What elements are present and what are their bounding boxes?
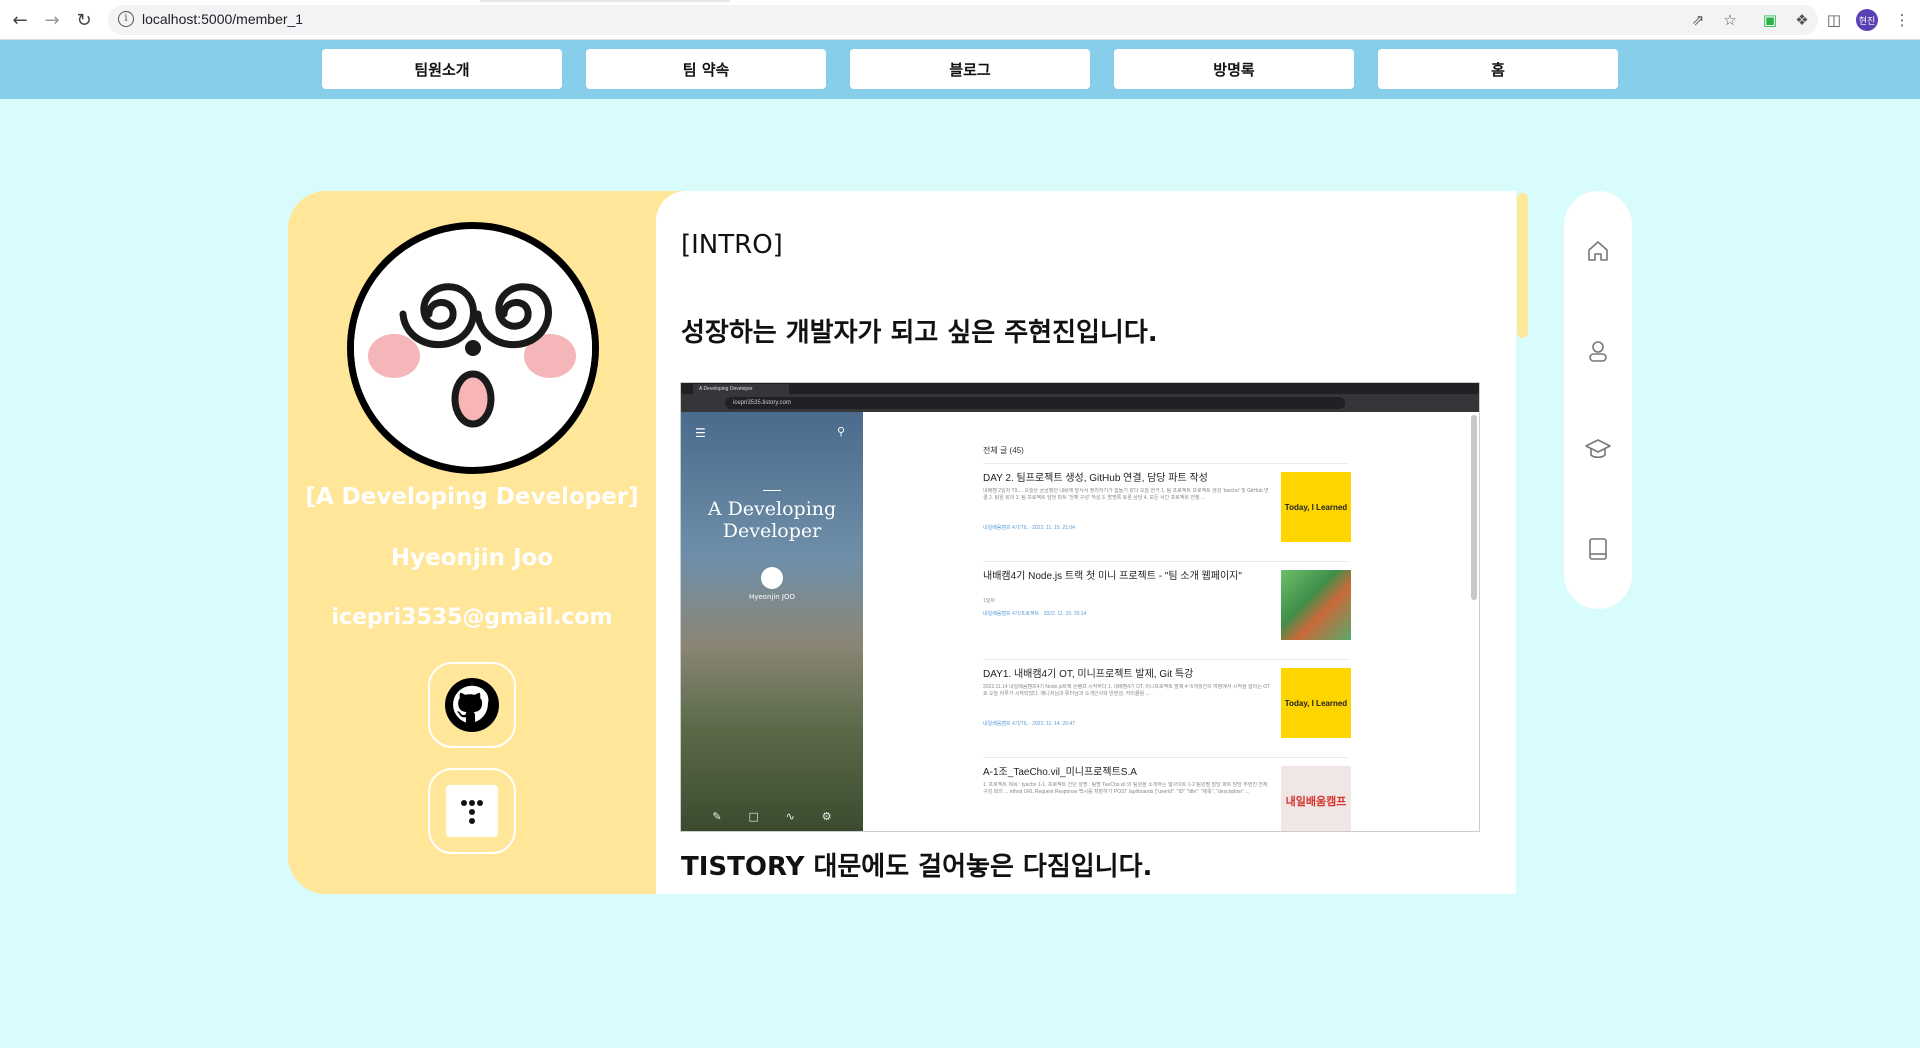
address-bar[interactable]: i localhost:5000/member_1 xyxy=(108,5,1818,35)
graduation-cap-icon[interactable] xyxy=(1584,435,1612,463)
side-panel-icon[interactable]: ◫ xyxy=(1824,10,1844,30)
intro-scrollbar[interactable] xyxy=(1517,193,1528,338)
back-icon[interactable]: ← xyxy=(8,8,32,32)
shot-post-count: 전체 글 (45) xyxy=(983,446,1024,455)
shot-doc-icon: □ xyxy=(748,810,759,823)
tab-strip-edge xyxy=(480,0,730,2)
github-link-button[interactable] xyxy=(428,662,516,748)
site-info-icon[interactable]: i xyxy=(118,11,134,27)
nav-guestbook[interactable]: 방명록 xyxy=(1114,49,1354,89)
home-icon[interactable] xyxy=(1584,237,1612,265)
nav-team-intro[interactable]: 팀원소개 xyxy=(322,49,562,89)
shot-divider xyxy=(763,490,781,491)
shot-post-item: DAY1. 내배캠4기 OT, 미니프로젝트 발제, Git 특강 2022.1… xyxy=(983,659,1351,751)
github-icon xyxy=(445,678,499,732)
shot-addressbar: icepri3535.tistory.com xyxy=(681,394,1479,412)
tistory-link-button[interactable] xyxy=(428,768,516,854)
shot-post-thumb: Today, I Learned xyxy=(1281,472,1351,542)
tistory-icon xyxy=(446,785,498,837)
book-icon[interactable] xyxy=(1584,535,1612,563)
share-icon[interactable]: ⇗ xyxy=(1688,10,1708,30)
shot-post-thumb-game xyxy=(1281,570,1351,640)
profile-email: icepri3535@gmail.com xyxy=(331,605,613,630)
bookmark-star-icon[interactable]: ☆ xyxy=(1720,10,1740,30)
shot-post-meta: 내일배움캠프 4기/프로젝트 · 2022. 11. 15. 20:14 xyxy=(983,611,1087,617)
shot-post-meta: 내일배움캠프 4기/TIL · 2022. 11. 14. 20:47 xyxy=(983,721,1075,727)
tistory-screenshot: A Developing Developer icepri3535.tistor… xyxy=(680,382,1480,832)
intro-tistory-note: TISTORY 대문에도 걸어놓은 다짐입니다. xyxy=(681,852,1153,882)
shot-post-item: A-1조_TaeCho.vil_미니프로젝트S.A 1. 프로젝트 제목 : t… xyxy=(983,757,1351,831)
nav-home[interactable]: 홈 xyxy=(1378,49,1618,89)
shot-tabbar: A Developing Developer xyxy=(681,383,1479,394)
shot-avatar xyxy=(761,567,783,589)
profile-tagline: [A Developing Developer] xyxy=(305,484,639,510)
shot-blog-user: Hyeonjin JOO xyxy=(748,593,796,601)
shot-sidebar-icons: ✎ □ ∿ ⚙ xyxy=(681,810,863,823)
shot-blog-title: A Developing Developer xyxy=(707,498,837,542)
shot-post-summary: 1. 프로젝트 제목 : tyacho 1-1. 프로젝트 간단 설명 : 팀명… xyxy=(983,782,1268,795)
person-icon[interactable] xyxy=(1584,337,1612,365)
shot-pencil-icon: ✎ xyxy=(712,810,722,823)
profile-name: Hyeonjin Joo xyxy=(390,545,554,571)
shot-post-item: 내배캠4기 Node.js 트랙 첫 미니 프로젝트 - "팀 소개 웹페이지"… xyxy=(983,561,1351,653)
shot-search-icon: ⚲ xyxy=(837,425,846,438)
nav-team-promise[interactable]: 팀 약속 xyxy=(586,49,826,89)
shot-post-thumb: 내일배움캠프 xyxy=(1281,766,1351,831)
shot-post-summary: 2022.11.14 내일배움캠프4기 Node.js트랙 온램프 시작하다 1… xyxy=(983,684,1271,697)
intro-title: [INTRO] xyxy=(681,230,783,260)
nav-blog[interactable]: 블로그 xyxy=(850,49,1090,89)
shot-blog-sidebar: ☰ ⚲ A Developing Developer Hyeonjin JOO … xyxy=(681,412,863,831)
dizzy-face-icon xyxy=(354,269,592,429)
shot-post-title: DAY1. 내배캠4기 OT, 미니프로젝트 발제, Git 특강 xyxy=(983,669,1194,680)
shot-tab: A Developing Developer xyxy=(693,384,789,394)
shot-post-title: 내배캠4기 Node.js 트랙 첫 미니 프로젝트 - "팀 소개 웹페이지" xyxy=(983,571,1242,582)
reload-icon[interactable]: ↻ xyxy=(72,8,96,32)
address-url: localhost:5000/member_1 xyxy=(142,11,304,27)
shot-post-title: A-1조_TaeCho.vil_미니프로젝트S.A xyxy=(983,767,1137,778)
extensions-puzzle-icon[interactable]: ❖ xyxy=(1792,10,1812,30)
shot-menu-icon: ☰ xyxy=(695,426,706,440)
shot-rss-icon: ∿ xyxy=(785,810,795,823)
shot-scrollbar xyxy=(1471,415,1477,600)
shot-post-item: DAY 2. 팀프로젝트 생성, GitHub 연결, 담당 파트 작성 내배캠… xyxy=(983,463,1351,555)
profile-avatar-image xyxy=(347,222,599,474)
shot-gear-icon: ⚙ xyxy=(821,810,832,823)
top-navbar: 팀원소개 팀 약속 블로그 방명록 홈 xyxy=(0,40,1920,99)
shot-post-summary: 내배캠 2일차 TIL... 오늘은 곰곰했던 내용에 앞서서 정리하기가 힘들… xyxy=(983,488,1269,501)
browser-menu-icon[interactable]: ⋮ xyxy=(1892,10,1912,30)
shot-post-title: DAY 2. 팀프로젝트 생성, GitHub 연결, 담당 파트 작성 xyxy=(983,473,1208,484)
intro-statement: 성장하는 개발자가 되고 싶은 주현진입니다. xyxy=(681,318,1158,348)
shot-post-thumb: Today, I Learned xyxy=(1281,668,1351,738)
shot-post-meta: 내일배움캠프 4기/TIL · 2022. 11. 15. 21:04 xyxy=(983,525,1075,531)
forward-icon[interactable]: → xyxy=(40,8,64,32)
extension-screen-icon[interactable]: ▣ xyxy=(1760,10,1780,30)
profile-avatar[interactable]: 현진 xyxy=(1856,9,1878,31)
shot-url: icepri3535.tistory.com xyxy=(725,397,1345,409)
browser-chrome: ← → ↻ i localhost:5000/member_1 ⇗ ☆ ▣ ❖ … xyxy=(0,0,1920,40)
